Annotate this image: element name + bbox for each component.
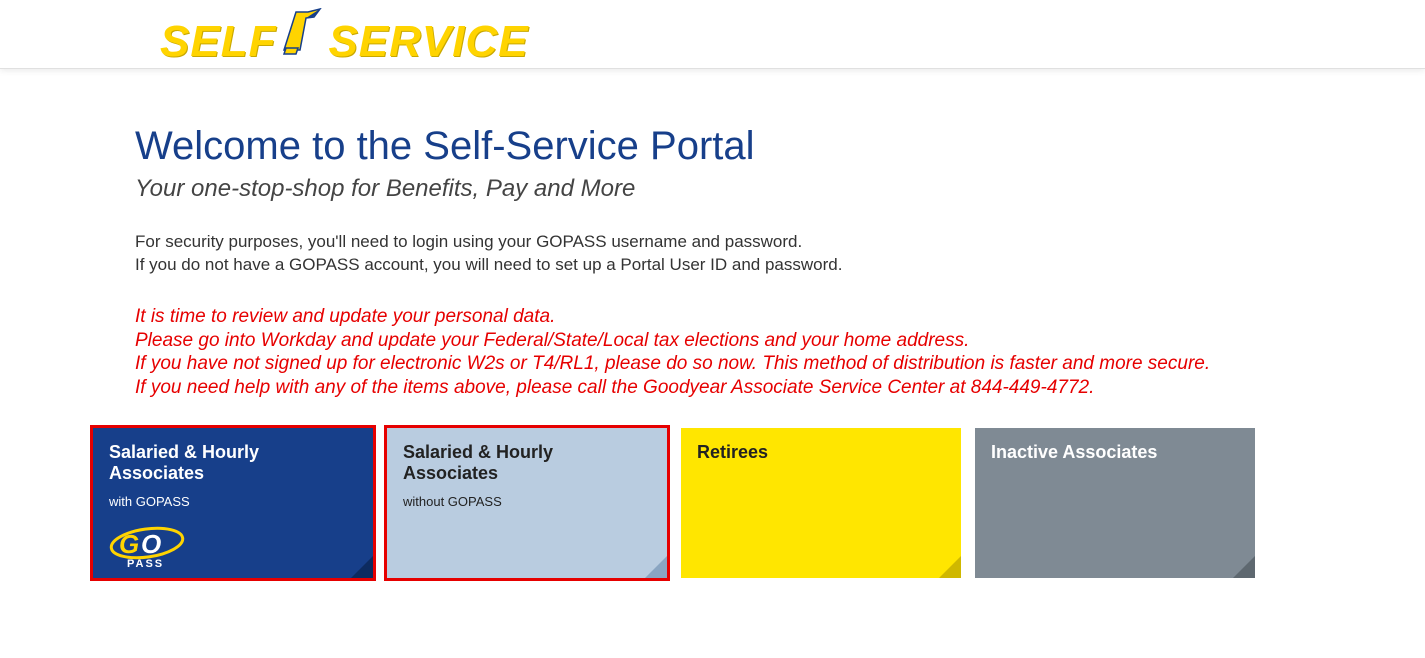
tile-corner-icon — [939, 556, 961, 578]
tile-salaried-hourly-gopass[interactable]: Salaried & Hourly Associates with GOPASS… — [93, 428, 373, 578]
logo-word-self: SELF — [160, 20, 276, 64]
alert-line: Please go into Workday and update your F… — [135, 329, 1290, 353]
logo-word-service: SERVICE — [328, 20, 528, 64]
login-tiles: Salaried & Hourly Associates with GOPASS… — [93, 428, 1290, 578]
svg-text:G: G — [119, 529, 139, 559]
tile-title: Retirees — [697, 442, 945, 463]
security-info: For security purposes, you'll need to lo… — [135, 231, 1290, 277]
tile-title: Salaried & Hourly Associates — [403, 442, 651, 484]
page-header: SELF SERVICE — [0, 0, 1425, 69]
alert-line: If you have not signed up for electronic… — [135, 352, 1290, 376]
tile-corner-icon — [1233, 556, 1255, 578]
tile-corner-icon — [645, 556, 667, 578]
svg-text:PASS: PASS — [127, 558, 164, 569]
alert-line: If you need help with any of the items a… — [135, 376, 1290, 400]
tile-subtitle: with GOPASS — [109, 494, 357, 509]
tile-inactive-associates[interactable]: Inactive Associates — [975, 428, 1255, 578]
wingfoot-icon — [280, 8, 324, 64]
alert-message: It is time to review and update your per… — [135, 305, 1290, 400]
tile-retirees[interactable]: Retirees — [681, 428, 961, 578]
gopass-logo-icon: G O PASS — [109, 525, 357, 574]
brand-logo: SELF SERVICE — [160, 8, 1425, 64]
tile-title: Inactive Associates — [991, 442, 1239, 463]
svg-text:O: O — [141, 529, 161, 559]
tile-subtitle: without GOPASS — [403, 494, 651, 509]
page-title: Welcome to the Self-Service Portal — [135, 124, 1290, 169]
main-content: Welcome to the Self-Service Portal Your … — [135, 69, 1290, 578]
tile-salaried-hourly-no-gopass[interactable]: Salaried & Hourly Associates without GOP… — [387, 428, 667, 578]
alert-line: It is time to review and update your per… — [135, 305, 1290, 329]
tile-title: Salaried & Hourly Associates — [109, 442, 357, 484]
tile-corner-icon — [351, 556, 373, 578]
info-line: For security purposes, you'll need to lo… — [135, 231, 1290, 254]
page-subtitle: Your one-stop-shop for Benefits, Pay and… — [135, 175, 1290, 203]
self-service-logo: SELF SERVICE — [160, 8, 529, 64]
info-line: If you do not have a GOPASS account, you… — [135, 254, 1290, 277]
